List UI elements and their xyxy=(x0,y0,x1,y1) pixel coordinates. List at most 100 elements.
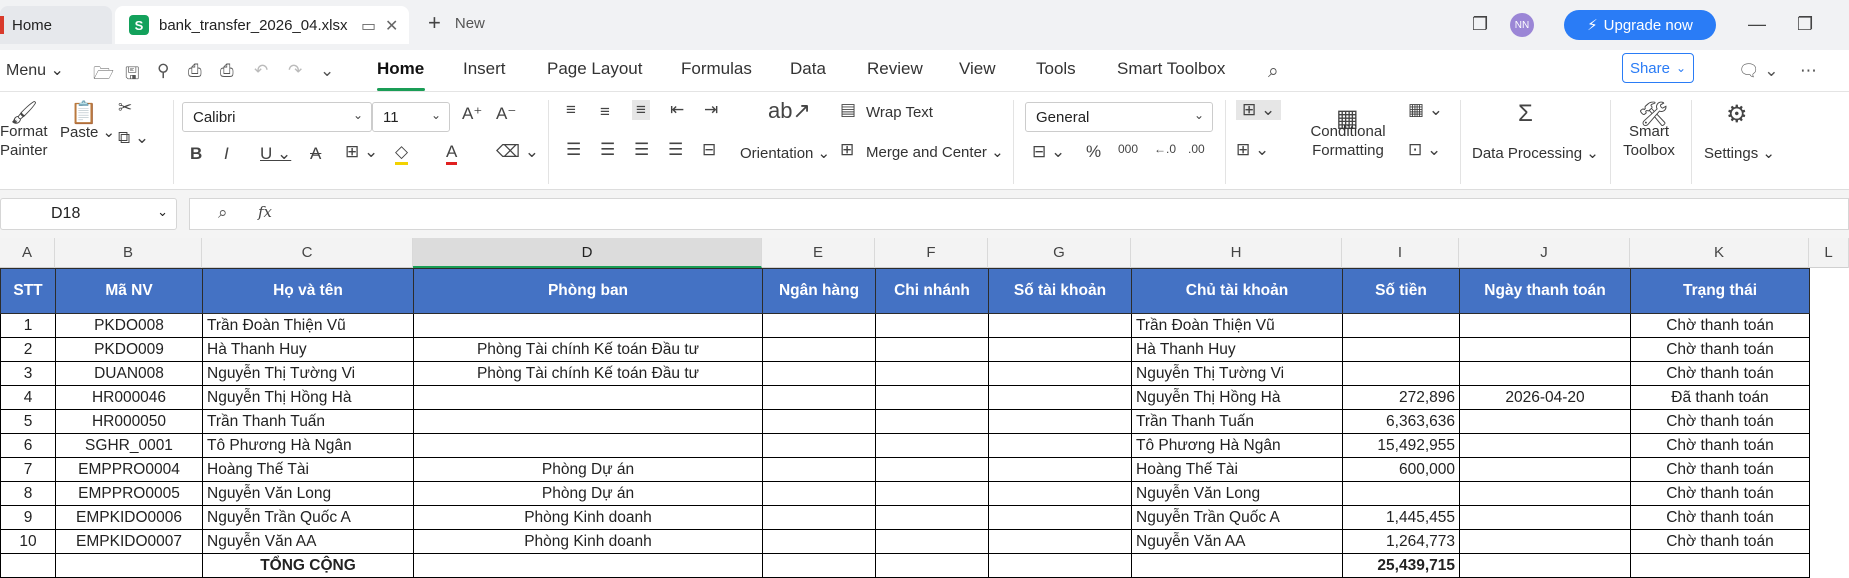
undo-icon[interactable]: ↶ xyxy=(254,61,268,81)
screen-icon[interactable]: ▭ xyxy=(361,16,376,36)
table-cell[interactable]: 1 xyxy=(0,313,56,338)
table-cell[interactable]: 6,363,636 xyxy=(1342,409,1460,434)
strikethrough-icon[interactable]: A xyxy=(310,144,321,164)
column-header-e[interactable]: E xyxy=(762,238,875,268)
justify-icon[interactable]: ☰ xyxy=(668,140,683,160)
clear-format-icon[interactable]: ⌫ ⌄ xyxy=(496,142,539,162)
table-header-cell[interactable]: Mã NV xyxy=(55,268,203,314)
table-cell[interactable]: PKDO009 xyxy=(55,337,203,362)
table-cell[interactable] xyxy=(875,385,989,410)
table-cell[interactable]: Nguyễn Văn AA xyxy=(202,529,414,554)
smart-toolbox-button[interactable]: Smart Toolbox xyxy=(1616,122,1682,160)
table-cell[interactable] xyxy=(988,337,1132,362)
table-cell[interactable] xyxy=(762,313,876,338)
fill-icon[interactable]: ▦ ⌄ xyxy=(1408,100,1443,120)
table-cell[interactable] xyxy=(875,361,989,386)
table-header-cell[interactable]: STT xyxy=(0,268,56,314)
table-cell[interactable]: 1,264,773 xyxy=(1342,529,1460,554)
column-header-h[interactable]: H xyxy=(1131,238,1342,268)
thousands-separator-icon[interactable]: 000 xyxy=(1118,142,1138,156)
minimize-icon[interactable]: — xyxy=(1748,14,1766,35)
table-cell[interactable]: 3 xyxy=(0,361,56,386)
conditional-formatting-button[interactable]: Conditional Formatting xyxy=(1300,122,1396,160)
increase-decimal-icon[interactable]: ←.0 xyxy=(1154,142,1176,156)
table-cell[interactable] xyxy=(1459,337,1631,362)
table-cell[interactable]: EMPKIDO0006 xyxy=(55,505,203,530)
table-cell[interactable]: Trần Đoàn Thiện Vũ xyxy=(202,313,414,338)
spreadsheet-grid[interactable]: ABCDEFGHIJKL STT Mã NV Họ và tên Phòng ban N… xyxy=(0,238,1849,578)
table-cell[interactable] xyxy=(1459,313,1631,338)
table-cell[interactable]: Nguyễn Văn Long xyxy=(202,481,414,506)
tab-view[interactable]: View xyxy=(959,59,996,79)
settings-icon[interactable]: ⚙ xyxy=(1726,100,1748,129)
table-cell[interactable]: EMPKIDO0007 xyxy=(55,529,203,554)
table-cell[interactable] xyxy=(988,553,1132,578)
table-cell[interactable] xyxy=(875,337,989,362)
table-cell[interactable] xyxy=(413,553,763,578)
table-cell[interactable]: DUAN008 xyxy=(55,361,203,386)
table-cell[interactable] xyxy=(1342,337,1460,362)
table-cell[interactable]: Tô Phương Hà Ngân xyxy=(1131,433,1343,458)
table-cell[interactable]: Hoàng Thế Tài xyxy=(202,457,414,482)
font-size-select[interactable]: 11 ⌄ xyxy=(372,102,450,132)
table-cell[interactable] xyxy=(413,409,763,434)
data-table[interactable]: STT Mã NV Họ và tên Phòng ban Ngân hàng Chi n… xyxy=(0,268,1810,578)
table-cell[interactable] xyxy=(1342,481,1460,506)
table-cell[interactable]: 1,445,455 xyxy=(1342,505,1460,530)
merge-center-button[interactable]: Merge and Center ⌄ xyxy=(866,143,1004,162)
table-cell[interactable] xyxy=(762,481,876,506)
table-cell[interactable] xyxy=(1459,457,1631,482)
format-painter-label[interactable]: Format Painter xyxy=(0,122,48,160)
table-cell[interactable] xyxy=(762,457,876,482)
table-cell[interactable]: 8 xyxy=(0,481,56,506)
align-right-icon[interactable]: ☰ xyxy=(634,140,649,160)
decrease-font-icon[interactable]: A⁻ xyxy=(496,104,516,124)
table-cell[interactable] xyxy=(1459,529,1631,554)
table-cell[interactable] xyxy=(988,529,1132,554)
tab-review[interactable]: Review xyxy=(867,59,923,79)
tab-home-menu[interactable]: Home xyxy=(377,59,424,79)
new-tab-button[interactable]: + New xyxy=(428,12,485,34)
search-icon[interactable]: ⌕ xyxy=(1268,61,1279,83)
table-header-cell[interactable]: Ngày thanh toán xyxy=(1459,268,1631,314)
table-cell[interactable]: Nguyễn Văn Long xyxy=(1131,481,1343,506)
table-cell[interactable]: Chờ thanh toán xyxy=(1630,481,1810,506)
table-cell[interactable]: Trần Thanh Tuấn xyxy=(202,409,414,434)
table-cell[interactable]: 5 xyxy=(0,409,56,434)
chevron-down-icon[interactable]: ⌄ xyxy=(320,61,334,81)
merge-center-icon[interactable]: ⊞ xyxy=(840,140,854,160)
table-cell[interactable]: Chờ thanh toán xyxy=(1630,457,1810,482)
column-header-c[interactable]: C xyxy=(202,238,413,268)
table-cell[interactable]: Nguyễn Thị Tường Vi xyxy=(202,361,414,386)
table-cell[interactable] xyxy=(413,313,763,338)
table-header-cell[interactable]: Chi nhánh xyxy=(875,268,989,314)
tab-insert[interactable]: Insert xyxy=(463,59,506,79)
column-header-a[interactable]: A xyxy=(0,238,55,268)
upgrade-button[interactable]: ⚡ Upgrade now xyxy=(1564,10,1716,40)
table-header-cell[interactable]: Ngân hàng xyxy=(762,268,876,314)
decrease-decimal-icon[interactable]: .00 xyxy=(1188,142,1205,156)
avatar[interactable]: NN xyxy=(1510,13,1534,37)
table-cell[interactable] xyxy=(762,337,876,362)
column-header-d[interactable]: D xyxy=(413,238,762,268)
table-header-cell[interactable]: Số tài khoản xyxy=(988,268,1132,314)
table-cell[interactable] xyxy=(875,457,989,482)
table-cell[interactable]: 2026-04-20 xyxy=(1459,385,1631,410)
total-label[interactable]: TỔNG CỘNG xyxy=(202,553,414,578)
wrap-text-icon[interactable]: ▤ xyxy=(840,100,856,120)
align-top-icon[interactable]: ≡ xyxy=(566,100,576,120)
table-cell[interactable] xyxy=(1459,361,1631,386)
print-icon[interactable]: ⎙ xyxy=(188,61,202,81)
table-cell[interactable]: Phòng Kinh doanh xyxy=(413,505,763,530)
table-cell[interactable]: Chờ thanh toán xyxy=(1630,505,1810,530)
redo-icon[interactable]: ↷ xyxy=(288,61,302,81)
print-preview-icon[interactable]: ⎙ xyxy=(220,61,234,81)
table-cell[interactable]: HR000046 xyxy=(55,385,203,410)
table-cell[interactable]: Hà Thanh Huy xyxy=(1131,337,1343,362)
table-cell[interactable] xyxy=(988,457,1132,482)
comment-icon[interactable]: 🗨 ⌄ xyxy=(1738,61,1779,81)
table-cell[interactable] xyxy=(55,553,203,578)
table-cell[interactable]: Chờ thanh toán xyxy=(1630,433,1810,458)
table-cell[interactable]: 7 xyxy=(0,457,56,482)
table-cell[interactable] xyxy=(988,361,1132,386)
